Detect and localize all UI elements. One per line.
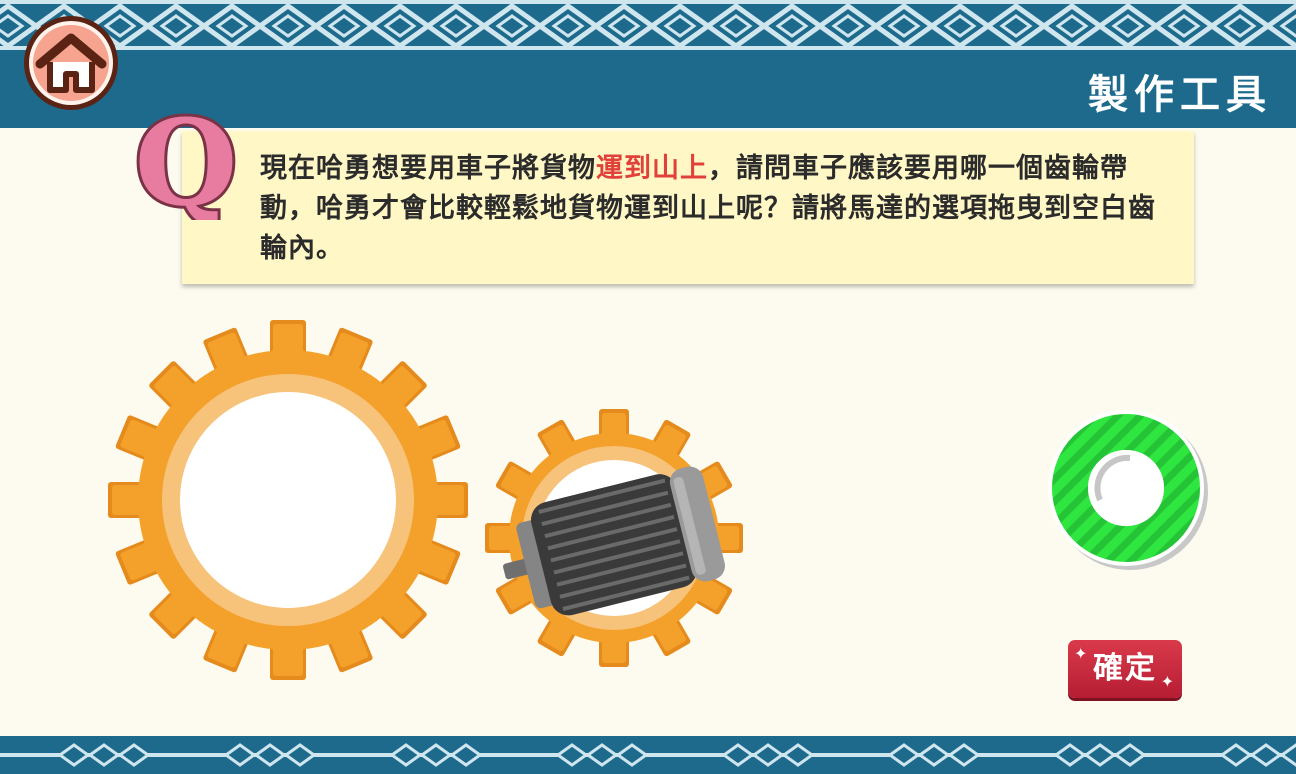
bottom-border-pattern [0,743,1296,767]
gear-scene [108,320,743,680]
home-button[interactable] [22,14,120,112]
question-text: 現在哈勇想要用車子將貨物運到山上，請問車子應該要用哪一個齒輪帶動，哈勇才會比較輕… [260,149,1170,269]
bottom-banner [0,736,1296,774]
sparkle-icon: ✦ [1074,644,1090,663]
confirm-button[interactable]: 確定 ✦ ✦ [1068,640,1182,698]
home-icon [24,16,118,110]
confirm-button-label: 確定 [1093,651,1157,686]
question-box: 現在哈勇想要用車子將貨物運到山上，請問車子應該要用哪一個齒輪帶動，哈勇才會比較輕… [182,131,1194,284]
empty-gear-slot[interactable] [108,320,468,680]
answer-option-ring[interactable] [1038,400,1216,578]
question-text-start: 現在哈勇想要用車子將貨物 [260,153,596,184]
top-border-pattern [0,0,1296,50]
q-badge-icon: Q [132,104,241,220]
question-highlight: 運到山上 [596,153,708,184]
q-badge-letter: Q [135,104,238,220]
green-ring-icon [1048,410,1208,570]
sparkle-icon: ✦ [1160,672,1176,691]
page-title: 製作工具 [1088,72,1272,118]
